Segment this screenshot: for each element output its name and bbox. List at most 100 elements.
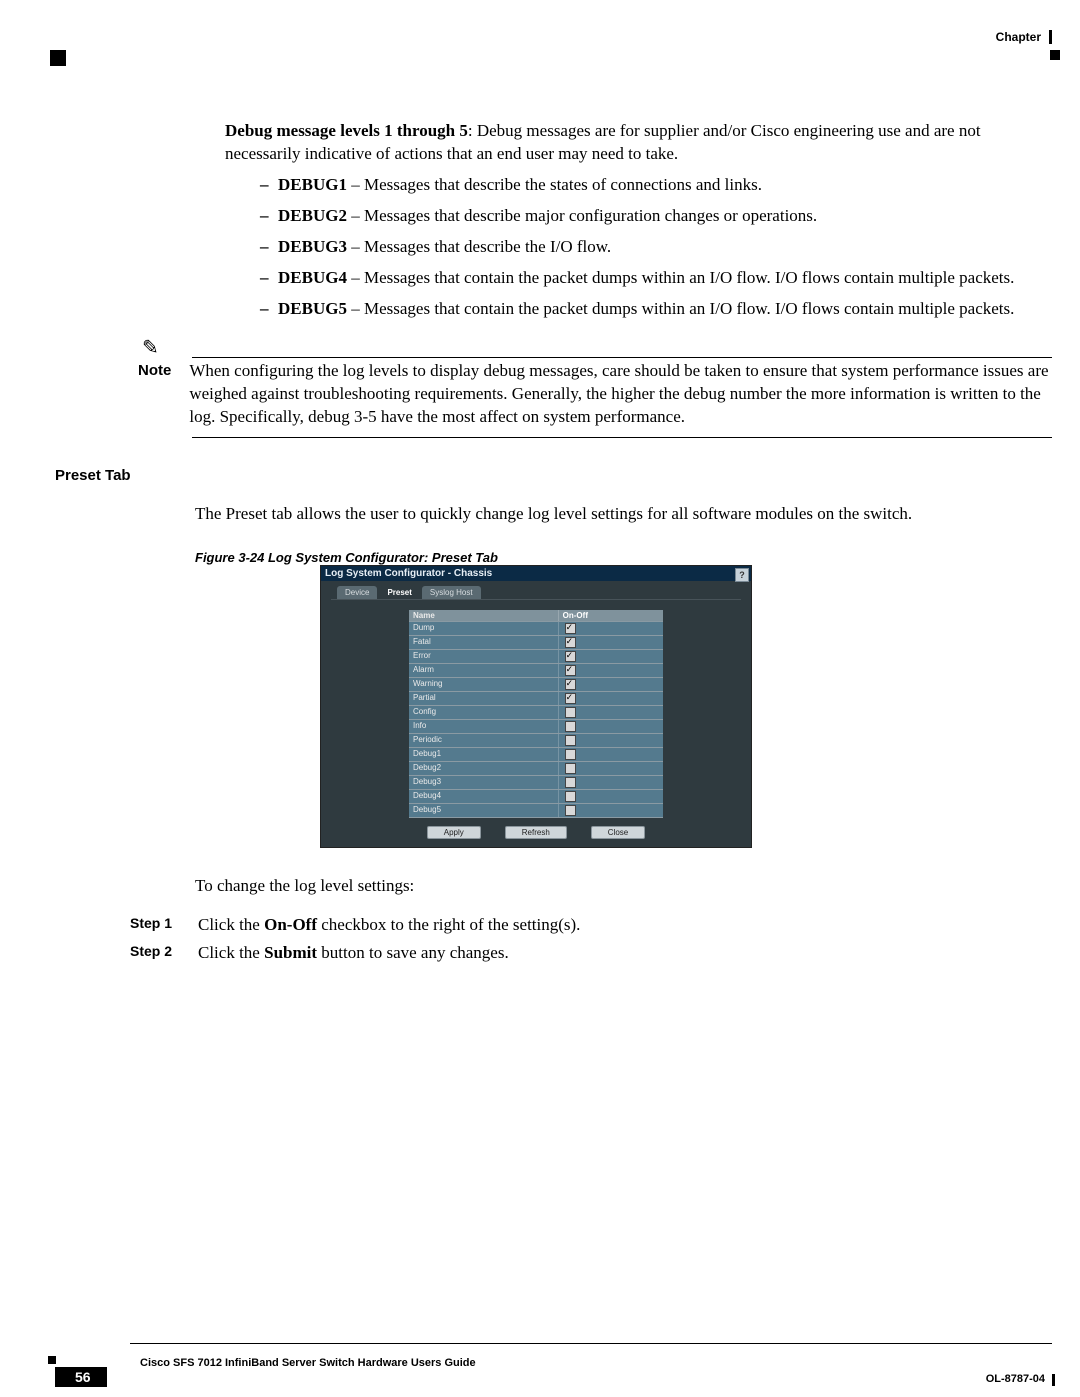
preset-table: Name On-Off DumpFatalErrorAlarmWarningPa… <box>409 610 663 818</box>
table-row: Debug5 <box>409 804 663 818</box>
note-block: ✎ Note When configuring the log levels t… <box>130 335 1052 438</box>
onoff-checkbox[interactable] <box>565 777 576 788</box>
row-onoff-cell <box>559 706 663 719</box>
pencil-icon: ✎ <box>142 335 159 360</box>
section-paragraph: The Preset tab allows the user to quickl… <box>195 503 1052 526</box>
footer-bar-icon <box>1052 1374 1055 1386</box>
tab-preset[interactable]: Preset <box>379 586 419 599</box>
table-row: Config <box>409 706 663 720</box>
row-name: Debug1 <box>409 748 559 761</box>
row-onoff-cell <box>559 650 663 663</box>
col-header-onoff: On-Off <box>559 610 663 621</box>
table-row: Alarm <box>409 664 663 678</box>
row-name: Periodic <box>409 734 559 747</box>
tab-bar: Device Preset Syslog Host <box>321 581 751 599</box>
table-row: Fatal <box>409 636 663 650</box>
row-name: Warning <box>409 678 559 691</box>
col-header-name: Name <box>409 610 559 621</box>
row-name: Error <box>409 650 559 663</box>
refresh-button[interactable]: Refresh <box>505 826 567 839</box>
debug-item: DEBUG5 – Messages that contain the packe… <box>260 298 1052 321</box>
onoff-checkbox[interactable] <box>565 707 576 718</box>
row-onoff-cell <box>559 664 663 677</box>
row-name: Info <box>409 720 559 733</box>
row-onoff-cell <box>559 720 663 733</box>
tab-syslog-host[interactable]: Syslog Host <box>422 586 481 599</box>
header-bar-icon <box>1049 30 1052 44</box>
page-number: 56 <box>55 1367 107 1387</box>
onoff-checkbox[interactable] <box>565 805 576 816</box>
note-label: Note <box>138 360 171 429</box>
table-row: Periodic <box>409 734 663 748</box>
debug-list: DEBUG1 – Messages that describe the stat… <box>260 174 1052 321</box>
row-onoff-cell <box>559 622 663 635</box>
row-onoff-cell <box>559 636 663 649</box>
debug-item: DEBUG3 – Messages that describe the I/O … <box>260 236 1052 259</box>
section-heading: Preset Tab <box>55 467 131 484</box>
debug-name: DEBUG3 <box>278 237 347 256</box>
window-titlebar: Log System Configurator - Chassis ? <box>321 566 751 581</box>
table-row: Partial <box>409 692 663 706</box>
debug-item: DEBUG2 – Messages that describe major co… <box>260 205 1052 228</box>
row-onoff-cell <box>559 762 663 775</box>
close-button[interactable]: Close <box>591 826 645 839</box>
row-name: Debug4 <box>409 790 559 803</box>
debug-desc: – Messages that describe the states of c… <box>347 175 762 194</box>
log-configurator-window: Log System Configurator - Chassis ? Devi… <box>320 565 752 848</box>
running-header: Chapter <box>996 30 1052 44</box>
onoff-checkbox[interactable] <box>565 651 576 662</box>
step-row: Step 2 Click the Submit button to save a… <box>130 943 1052 963</box>
apply-button[interactable]: Apply <box>427 826 481 839</box>
row-onoff-cell <box>559 734 663 747</box>
row-onoff-cell <box>559 678 663 691</box>
row-onoff-cell <box>559 776 663 789</box>
tab-separator <box>331 599 741 600</box>
onoff-checkbox[interactable] <box>565 679 576 690</box>
debug-name: DEBUG2 <box>278 206 347 225</box>
corner-square-icon <box>1050 50 1060 60</box>
table-row: Debug1 <box>409 748 663 762</box>
onoff-checkbox[interactable] <box>565 637 576 648</box>
onoff-checkbox[interactable] <box>565 623 576 634</box>
note-rule <box>192 437 1052 438</box>
table-row: Dump <box>409 622 663 636</box>
onoff-checkbox[interactable] <box>565 721 576 732</box>
table-header-row: Name On-Off <box>409 610 663 622</box>
row-name: Debug5 <box>409 804 559 817</box>
row-name: Debug3 <box>409 776 559 789</box>
window-body: Device Preset Syslog Host Name On-Off Du… <box>321 581 751 847</box>
debug-desc: – Messages that contain the packet dumps… <box>347 299 1014 318</box>
corner-square-icon <box>48 1356 56 1364</box>
chapter-label: Chapter <box>996 30 1041 44</box>
row-name: Fatal <box>409 636 559 649</box>
onoff-checkbox[interactable] <box>565 791 576 802</box>
onoff-checkbox[interactable] <box>565 763 576 774</box>
step-row: Step 1 Click the On-Off checkbox to the … <box>130 915 1052 935</box>
onoff-checkbox[interactable] <box>565 693 576 704</box>
intro-lead-bold: Debug message levels 1 through 5 <box>225 121 468 140</box>
onoff-checkbox[interactable] <box>565 735 576 746</box>
step-text: Click the On-Off checkbox to the right o… <box>198 915 580 935</box>
row-onoff-cell <box>559 748 663 761</box>
figure-caption: Figure 3-24 Log System Configurator: Pre… <box>195 550 498 565</box>
body-text: Debug message levels 1 through 5: Debug … <box>225 120 1052 329</box>
onoff-checkbox[interactable] <box>565 665 576 676</box>
step-label: Step 2 <box>130 943 180 963</box>
debug-desc: – Messages that describe major configura… <box>347 206 817 225</box>
steps-block: Step 1 Click the On-Off checkbox to the … <box>130 915 1052 971</box>
step-text: Click the Submit button to save any chan… <box>198 943 509 963</box>
window-title: Log System Configurator - Chassis <box>325 568 492 579</box>
onoff-checkbox[interactable] <box>565 749 576 760</box>
tab-device[interactable]: Device <box>337 586 377 599</box>
row-onoff-cell <box>559 790 663 803</box>
debug-name: DEBUG1 <box>278 175 347 194</box>
help-button[interactable]: ? <box>735 568 749 582</box>
row-name: Alarm <box>409 664 559 677</box>
table-row: Debug3 <box>409 776 663 790</box>
intro-paragraph: Debug message levels 1 through 5: Debug … <box>225 120 1052 166</box>
row-onoff-cell <box>559 692 663 705</box>
document-page: Chapter Debug message levels 1 through 5… <box>0 0 1080 1397</box>
debug-name: DEBUG4 <box>278 268 347 287</box>
debug-desc: – Messages that describe the I/O flow. <box>347 237 611 256</box>
debug-desc: – Messages that contain the packet dumps… <box>347 268 1014 287</box>
